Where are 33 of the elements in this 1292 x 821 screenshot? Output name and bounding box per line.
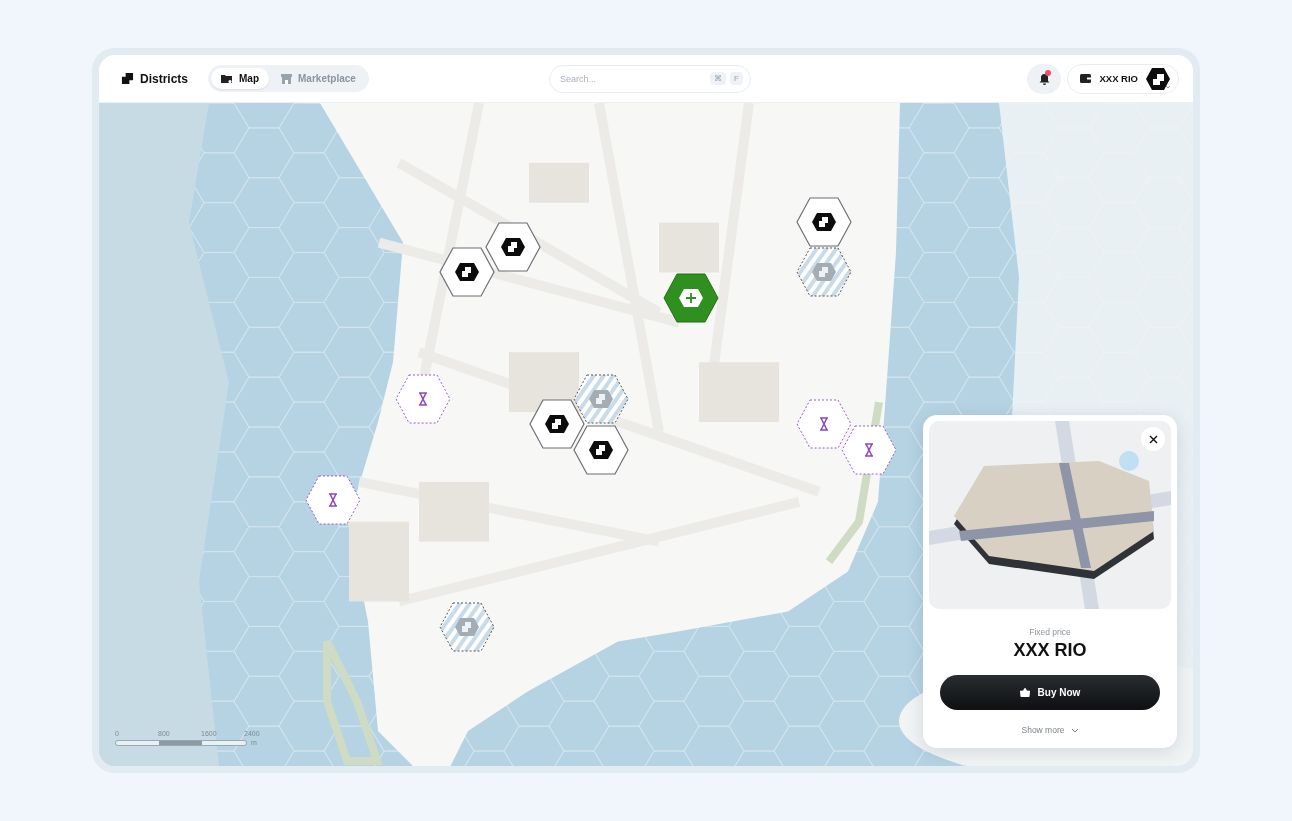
- close-icon: [1148, 434, 1158, 444]
- store-icon: [281, 73, 293, 84]
- building-block: [529, 162, 589, 203]
- pending-plot-marker[interactable]: [305, 475, 361, 525]
- folder-map-icon: [221, 73, 234, 84]
- wallet-icon: [1080, 74, 1092, 83]
- selected-plot-marker[interactable]: [663, 273, 719, 323]
- bell-icon: [1038, 72, 1050, 85]
- pending-plot-marker[interactable]: [841, 425, 897, 475]
- avatar-icon: [1146, 66, 1172, 91]
- owned-plot-marker[interactable]: [573, 425, 629, 475]
- pending-plot-marker[interactable]: [395, 374, 451, 424]
- listed-plot-marker[interactable]: [796, 247, 852, 297]
- brand-name: Districts: [140, 71, 189, 86]
- listed-plot-marker[interactable]: [439, 602, 495, 652]
- pending-plot-marker[interactable]: [796, 399, 852, 449]
- owned-plot-marker[interactable]: [529, 399, 585, 449]
- buy-now-button[interactable]: Buy Now: [940, 675, 1160, 710]
- show-more-button[interactable]: Show more: [1015, 724, 1085, 736]
- owned-plot-marker[interactable]: [439, 247, 495, 297]
- owned-plot-marker[interactable]: [485, 222, 541, 272]
- logo-icon: [121, 72, 134, 85]
- basket-icon: [1019, 688, 1030, 697]
- chevron-down-icon: [1070, 727, 1079, 733]
- building-block: [659, 222, 719, 273]
- wallet-button[interactable]: XXX RIO: [1067, 63, 1179, 94]
- nav-tab[interactable]: Map: [211, 68, 270, 89]
- building-block: [419, 481, 489, 542]
- price-label: Fixed price: [1029, 627, 1071, 637]
- price-value: XXX RIO: [1013, 640, 1087, 661]
- notifications-button[interactable]: [1027, 63, 1062, 94]
- owned-plot-marker[interactable]: [796, 197, 852, 247]
- listed-plot-marker[interactable]: [573, 374, 629, 424]
